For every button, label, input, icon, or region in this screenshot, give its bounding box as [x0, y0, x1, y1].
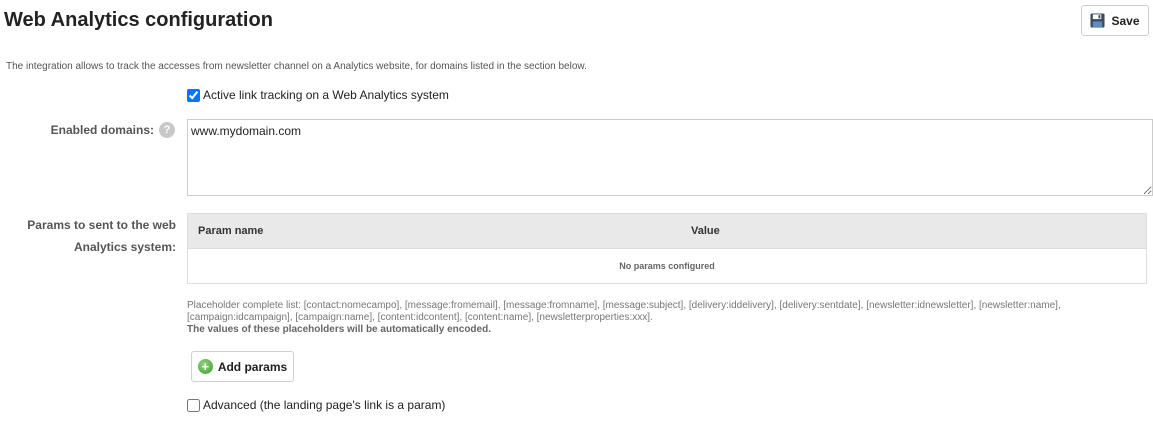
advanced-option[interactable]: Advanced (the landing page's link is a p… [187, 398, 445, 412]
advanced-label: Advanced (the landing page's link is a p… [203, 398, 446, 412]
params-table: Param name Value No params configured [187, 213, 1147, 284]
advanced-checkbox[interactable] [187, 398, 200, 412]
params-label-line1: Params to sent to the web [27, 218, 176, 232]
placeholder-list: Placeholder complete list: [contact:nome… [187, 300, 1061, 323]
enabled-domains-textarea[interactable]: www.mydomain.com [187, 119, 1153, 196]
params-label-line2: Analytics system: [73, 240, 176, 254]
value-header: Value [667, 213, 1147, 249]
active-tracking-label: Active link tracking on a Web Analytics … [203, 88, 449, 102]
add-params-button[interactable]: + Add params [191, 351, 294, 382]
floppy-disk-icon [1090, 13, 1106, 28]
save-button[interactable]: Save [1081, 5, 1149, 36]
plus-circle-icon: + [197, 359, 213, 374]
enabled-domains-label: Enabled domains: [50, 123, 154, 137]
add-params-label: Add params [217, 359, 288, 374]
empty-table-message: No params configured [619, 261, 715, 271]
save-button-label: Save [1111, 13, 1140, 28]
encoded-note: The values of these placeholders will be… [187, 324, 491, 335]
param-name-header: Param name [187, 213, 667, 249]
active-tracking-checkbox[interactable] [187, 88, 200, 102]
intro-text: The integration allows to track the acce… [6, 61, 587, 72]
table-row: No params configured [188, 249, 1147, 284]
question-circle-icon[interactable]: ? [159, 122, 175, 138]
placeholder-note: Placeholder complete list: [contact:nome… [187, 300, 1137, 336]
active-tracking-option[interactable]: Active link tracking on a Web Analytics … [187, 88, 449, 102]
params-label: Params to sent to the web Analytics syst… [0, 214, 176, 258]
page-title: Web Analytics configuration [4, 9, 273, 31]
